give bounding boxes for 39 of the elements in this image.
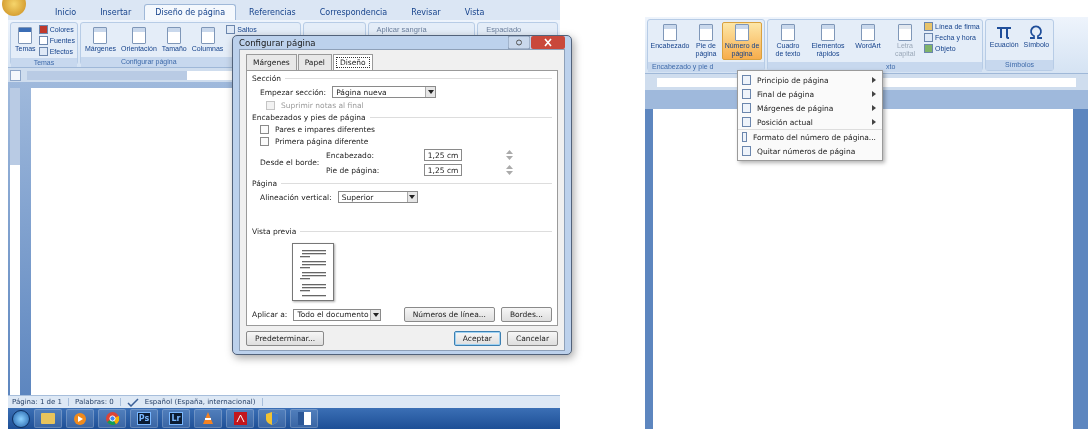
help-icon[interactable] — [508, 36, 530, 49]
omega-symbol-icon — [1028, 24, 1045, 40]
document-taskbar-button[interactable] — [290, 409, 318, 428]
spin-arrows-icon[interactable] — [506, 165, 514, 175]
pi-symbol-icon — [996, 24, 1013, 40]
ribbon-tab[interactable]: Insertar — [89, 4, 143, 20]
cone-taskbar-button[interactable] — [194, 409, 222, 428]
dialog-title: Configurar página — [239, 37, 316, 48]
browser-taskbar-button[interactable] — [98, 409, 126, 428]
tab-stop-selector[interactable] — [10, 69, 21, 81]
play-icon — [74, 412, 86, 425]
ribbon-tab[interactable]: Vista — [453, 4, 496, 20]
spin-arrows-icon[interactable] — [506, 150, 514, 160]
pdf-icon — [233, 412, 247, 425]
checkbox[interactable] — [260, 125, 269, 134]
ribbon-tab[interactable]: Diseño de página — [144, 4, 237, 20]
shield-icon — [266, 412, 278, 425]
browser-icon — [105, 412, 119, 425]
pdf-taskbar-button[interactable] — [226, 409, 254, 428]
page-preview — [292, 243, 334, 301]
dropdown-arrow-icon — [409, 195, 416, 199]
traffic-cone-icon — [202, 412, 214, 425]
checkbox[interactable] — [260, 137, 269, 146]
ribbon-tab[interactable]: Revisar — [400, 4, 452, 20]
start-button[interactable] — [12, 409, 30, 428]
ribbon-tab[interactable]: Inicio — [44, 4, 88, 20]
taskbar-app-button[interactable]: Lr — [162, 409, 190, 428]
ribbon-tab[interactable]: Correspondencia — [308, 4, 399, 20]
shield-taskbar-button[interactable] — [258, 409, 286, 428]
close-icon[interactable] — [531, 36, 565, 49]
folder-icon — [41, 413, 55, 424]
dropdown-arrow-icon — [372, 312, 379, 317]
taskbar-app-button[interactable]: Ps — [130, 409, 158, 428]
folder-taskbar-button[interactable] — [34, 409, 62, 428]
dropdown-arrow-icon — [427, 90, 434, 94]
ribbon-tab[interactable]: Referencias — [238, 4, 307, 20]
proofing-check-icon — [126, 397, 139, 407]
media-player-taskbar-button[interactable] — [66, 409, 94, 428]
document-icon — [297, 412, 311, 425]
